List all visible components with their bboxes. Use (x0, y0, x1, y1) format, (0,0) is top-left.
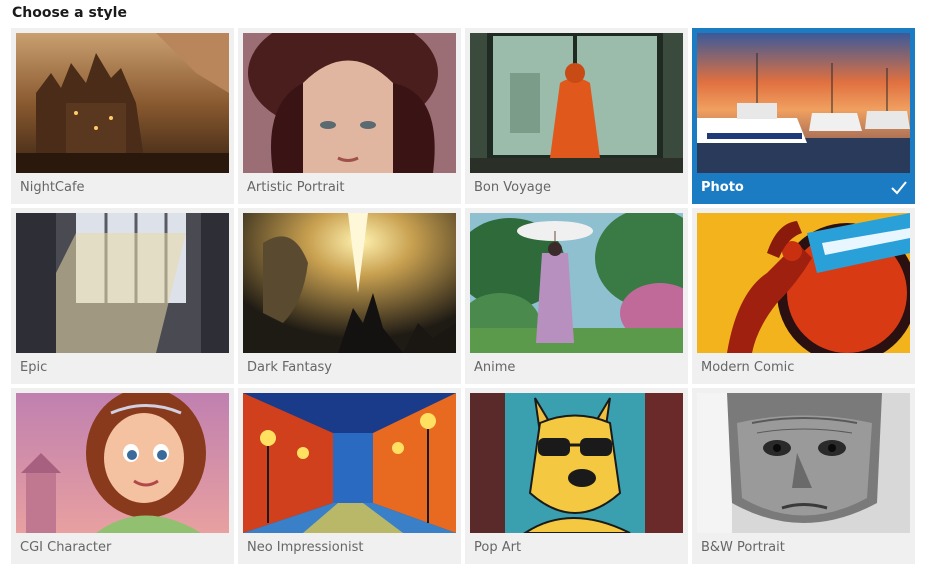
style-label: Epic (20, 360, 48, 375)
style-label: B&W Portrait (701, 540, 785, 555)
style-card-modern-comic[interactable]: Modern Comic (692, 208, 915, 384)
style-thumbnail-pop-art (470, 393, 683, 533)
style-label: Photo (701, 180, 744, 195)
style-thumbnail-bw-portrait (697, 393, 910, 533)
style-card-neo-impressionist[interactable]: Neo Impressionist (238, 388, 461, 564)
style-card-photo[interactable]: Photo (692, 28, 915, 204)
style-card-epic[interactable]: Epic (11, 208, 234, 384)
style-card-bon-voyage[interactable]: Bon Voyage (465, 28, 688, 204)
style-label: Neo Impressionist (247, 540, 364, 555)
style-label: Modern Comic (701, 360, 795, 375)
style-grid: NightCafe Artistic Portrait Bon Voyage P… (11, 28, 915, 564)
style-thumbnail-neo-impressionist (243, 393, 456, 533)
style-label: Artistic Portrait (247, 180, 345, 195)
style-card-artistic-portrait[interactable]: Artistic Portrait (238, 28, 461, 204)
style-thumbnail-artistic-portrait (243, 33, 456, 173)
style-card-cgi-character[interactable]: CGI Character (11, 388, 234, 564)
style-thumbnail-modern-comic (697, 213, 910, 353)
style-thumbnail-dark-fantasy (243, 213, 456, 353)
style-thumbnail-epic (16, 213, 229, 353)
style-thumbnail-cgi-character (16, 393, 229, 533)
style-label: Bon Voyage (474, 180, 551, 195)
style-label: NightCafe (20, 180, 85, 195)
style-label: Anime (474, 360, 516, 375)
style-card-anime[interactable]: Anime (465, 208, 688, 384)
style-card-pop-art[interactable]: Pop Art (465, 388, 688, 564)
style-thumbnail-photo (697, 33, 910, 173)
style-thumbnail-bon-voyage (470, 33, 683, 173)
page-title: Choose a style (12, 5, 127, 21)
checkmark-icon (889, 178, 909, 198)
style-label: Pop Art (474, 540, 522, 555)
style-label: Dark Fantasy (247, 360, 333, 375)
style-thumbnail-anime (470, 213, 683, 353)
style-thumbnail-nightcafe (16, 33, 229, 173)
style-label: CGI Character (20, 540, 112, 555)
style-card-nightcafe[interactable]: NightCafe (11, 28, 234, 204)
style-card-bw-portrait[interactable]: B&W Portrait (692, 388, 915, 564)
style-card-dark-fantasy[interactable]: Dark Fantasy (238, 208, 461, 384)
